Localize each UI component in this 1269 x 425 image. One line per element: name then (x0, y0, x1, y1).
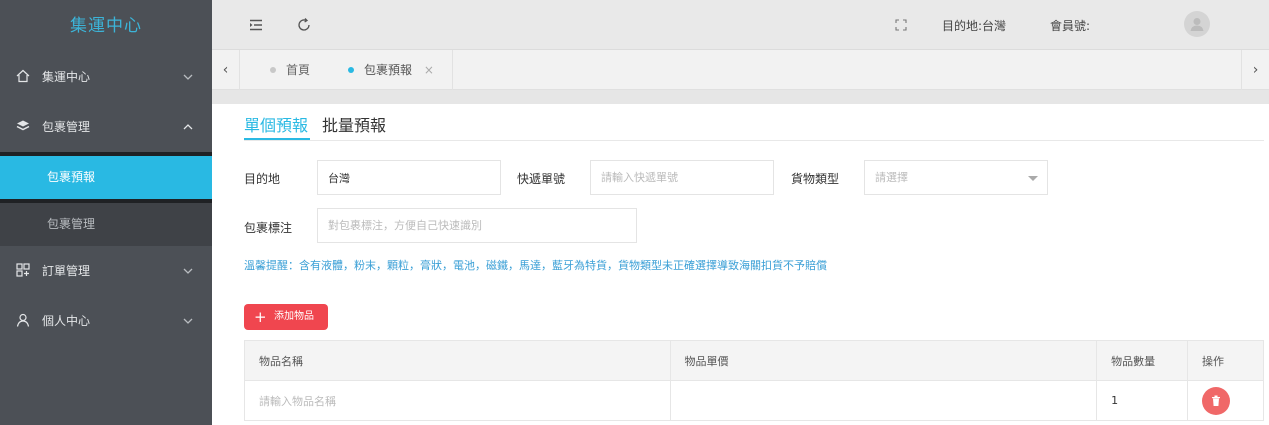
add-item-button[interactable]: + 添加物品 (244, 304, 328, 330)
column-header-unit-price: 物品單價 (669, 340, 1098, 381)
table-row: 請輸入物品名稱 1 (244, 380, 1264, 421)
plus-icon: + (254, 308, 267, 326)
menu-toggle-icon[interactable] (248, 17, 264, 33)
tracking-number-input[interactable] (590, 160, 774, 195)
special-goods-warning: 溫馨提醒：含有液體，粉末，顆粒，膏狀，電池，磁鐵，馬達，藍牙為特貨，貨物類型未正… (244, 259, 827, 272)
goods-type-placeholder: 請選擇 (875, 171, 908, 184)
tab-label: 包裹預報 (364, 63, 413, 77)
sidebar-item-label: 個人中心 (42, 314, 91, 328)
chevron-down-icon (183, 74, 193, 80)
page-tab-bar: ‹ 首頁 包裹預報 × › (212, 50, 1269, 90)
table-header-row: 物品名稱 物品單價 物品數量 操作 (244, 340, 1264, 381)
sidebar: 集運中心 集運中心 包裹管理 包裹預報 包裹管理 訂單管理 個人中心 (0, 0, 212, 425)
package-remark-label: 包裹標注 (244, 221, 293, 235)
tab-scroll-left-icon[interactable]: ‹ (212, 50, 240, 90)
member-number: 會員號: (1050, 19, 1091, 33)
tab-scroll-right-icon[interactable]: › (1241, 50, 1269, 90)
sidebar-item-package-management[interactable]: 包裹管理 (0, 102, 212, 152)
add-item-label: 添加物品 (274, 311, 314, 322)
avatar[interactable] (1184, 11, 1210, 37)
column-header-actions: 操作 (1187, 340, 1264, 381)
column-header-quantity: 物品數量 (1096, 340, 1189, 381)
item-quantity-input[interactable]: 1 (1096, 380, 1189, 421)
home-icon (16, 69, 30, 83)
destination-label: 目的地 (244, 172, 281, 186)
content-divider (212, 90, 1269, 104)
sidebar-logo: 集運中心 (70, 16, 142, 36)
items-table: 物品名稱 物品單價 物品數量 操作 請輸入物品名稱 1 (244, 340, 1264, 421)
chevron-down-icon (183, 268, 193, 274)
destination-field[interactable] (317, 160, 501, 195)
sidebar-subitem-package-management[interactable]: 包裹管理 (0, 203, 212, 246)
tab-batch-forecast[interactable]: 批量預報 (322, 112, 386, 136)
tab-dot (270, 67, 276, 73)
layers-icon (16, 120, 30, 131)
chevron-up-icon (183, 124, 193, 130)
user-avatar-icon (1190, 18, 1204, 31)
refresh-icon[interactable] (296, 17, 312, 33)
sidebar-item-shipping-center[interactable]: 集運中心 (0, 52, 212, 102)
package-remark-input[interactable] (317, 208, 637, 243)
chevron-down-icon (183, 318, 193, 324)
tab-close-icon[interactable]: × (424, 63, 434, 77)
tab-home[interactable]: 首頁 (270, 50, 310, 90)
tab-single-forecast[interactable]: 單個預報 (244, 112, 308, 136)
sidebar-item-label: 集運中心 (42, 70, 91, 84)
main-content: 單個預報 批量預報 目的地 快遞單號 貨物類型 請選擇 包裹標注 溫馨提醒：含有… (212, 104, 1269, 425)
trash-icon (1212, 395, 1221, 406)
grid-icon (16, 263, 30, 277)
sidebar-item-label: 包裹管理 (42, 120, 91, 134)
sidebar-item-label: 訂單管理 (42, 264, 91, 278)
row-actions-cell (1187, 380, 1264, 421)
item-price-input[interactable] (669, 380, 1098, 421)
goods-type-select[interactable]: 請選擇 (864, 160, 1048, 195)
tab-divider (244, 140, 1264, 141)
tab-label: 首頁 (286, 63, 311, 77)
sidebar-subitem-package-forecast[interactable]: 包裹預報 (0, 152, 212, 203)
fullscreen-icon[interactable] (893, 17, 909, 33)
delete-row-button[interactable] (1202, 386, 1231, 415)
sidebar-item-personal-center[interactable]: 個人中心 (0, 296, 212, 346)
destination-display[interactable]: 目的地:台灣 (942, 17, 1006, 34)
goods-type-label: 貨物類型 (791, 172, 840, 186)
tracking-number-label: 快遞單號 (517, 172, 566, 186)
tab-dot (348, 67, 354, 73)
sidebar-item-order-management[interactable]: 訂單管理 (0, 246, 212, 296)
item-name-input[interactable]: 請輸入物品名稱 (244, 380, 671, 421)
top-bar: 目的地:台灣 會員號: (212, 0, 1269, 50)
user-icon (16, 313, 30, 327)
tab-package-forecast[interactable]: 包裹預報 × (348, 50, 453, 90)
dropdown-arrow-icon (1028, 176, 1038, 181)
column-header-item-name: 物品名稱 (244, 340, 671, 381)
